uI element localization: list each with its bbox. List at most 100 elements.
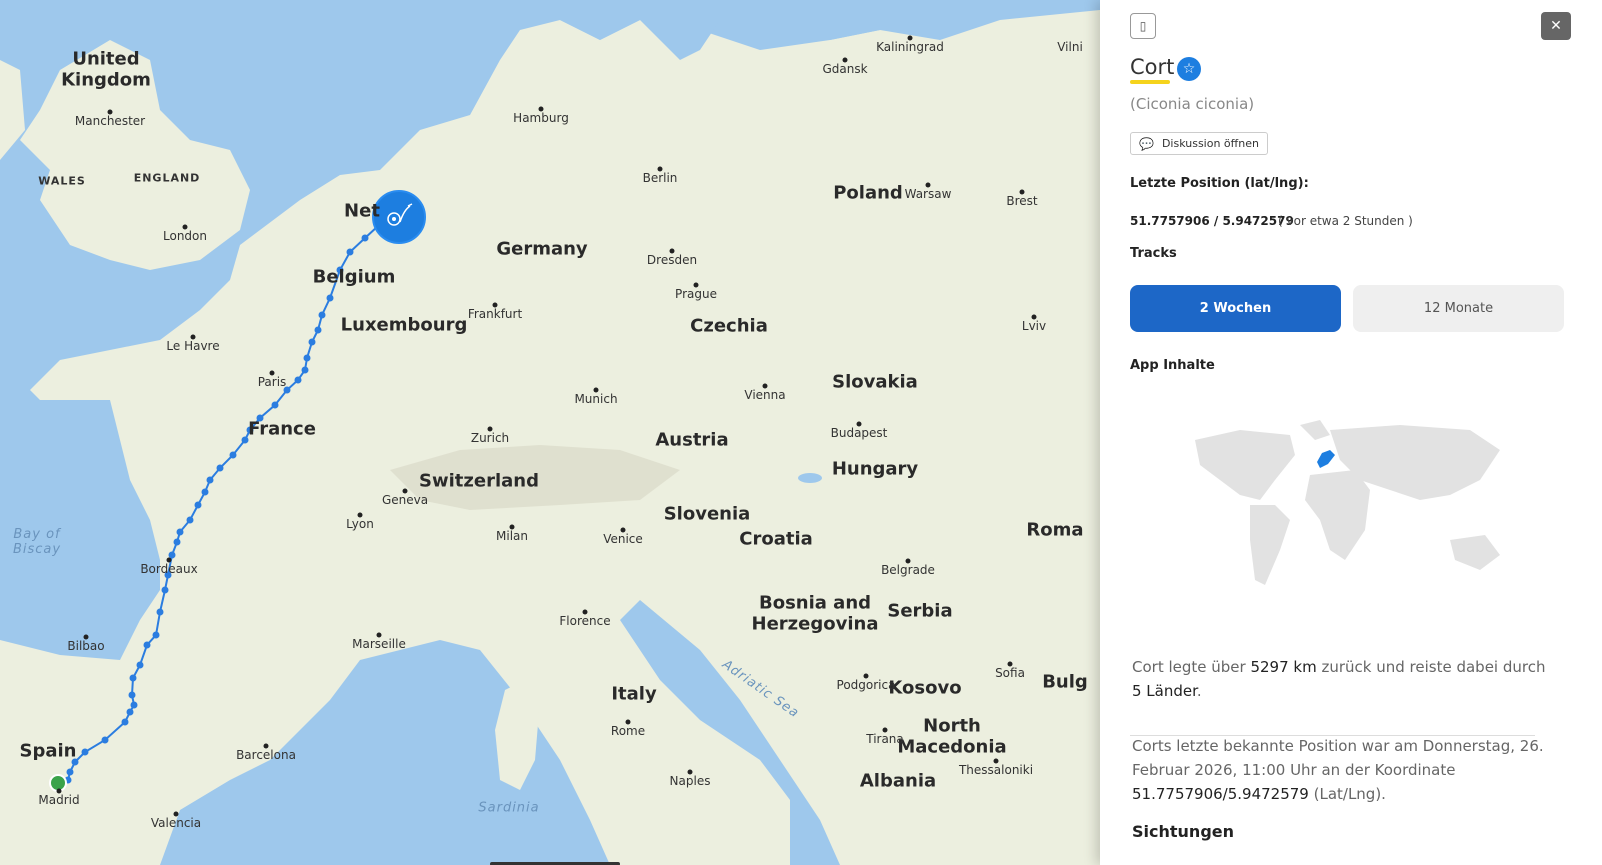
stork-icon [387, 203, 413, 226]
city-label-milan: Milan [496, 529, 528, 544]
country-label-kosovo: Kosovo [888, 677, 962, 699]
country-label-roma: Roma [1026, 519, 1084, 541]
city-label-sofia: Sofia [995, 666, 1025, 681]
city-label-madrid: Madrid [38, 793, 80, 808]
city-dot-sofia [1007, 661, 1013, 667]
track-point[interactable] [101, 736, 109, 744]
species-name: (Ciconia ciconia) [1130, 95, 1255, 113]
city-dot-valencia [173, 811, 179, 817]
country-label-slovakia: Slovakia [832, 371, 918, 393]
track-point[interactable] [308, 338, 316, 346]
city-label-valencia: Valencia [150, 816, 202, 831]
city-label-rome: Rome [610, 724, 646, 739]
track-point[interactable] [129, 674, 137, 682]
city-dot-kaliningrad [907, 35, 913, 41]
sightings-heading: Sichtungen [1132, 822, 1235, 841]
track-point[interactable] [201, 488, 209, 496]
track-point[interactable] [156, 608, 164, 616]
city-dot-munich [593, 387, 599, 393]
app-content-label: App Inhalte [1130, 358, 1215, 373]
city-label-paris: Paris [257, 375, 287, 390]
country-label-luxembourg: Luxembourg [340, 314, 468, 336]
city-label-frankfurt: Frankfurt [467, 307, 523, 322]
country-label-net: Net [344, 200, 380, 222]
country-label-croatia: Croatia [739, 528, 813, 550]
tracks-label: Tracks [1130, 246, 1177, 261]
city-label-thessaloniki: Thessaloniki [958, 763, 1034, 778]
open-discussion-button[interactable]: 💬 Diskussion öffnen [1130, 132, 1268, 155]
country-label-poland: Poland [833, 182, 903, 204]
city-dot-geneva [402, 488, 408, 494]
country-label-italy: Italy [611, 683, 657, 705]
city-dot-barcelona [263, 743, 269, 749]
track-point[interactable] [136, 661, 144, 669]
city-label-bilbao: Bilbao [67, 639, 105, 654]
summary-distance: Cort legte über 5297 km zurück und reist… [1132, 658, 1546, 700]
city-dot-lviv [1031, 314, 1037, 320]
city-label-bordeaux: Bordeaux [140, 562, 198, 577]
city-label-brest: Brest [1006, 194, 1038, 209]
track-point[interactable] [128, 691, 136, 699]
city-dot-milan [509, 524, 515, 530]
country-label-germany: Germany [496, 238, 588, 260]
city-dot-podgorica [863, 673, 869, 679]
track-point[interactable] [194, 501, 202, 509]
track-point[interactable] [126, 708, 134, 716]
city-dot-belgrade [905, 558, 911, 564]
city-dot-berlin [657, 166, 663, 172]
track-point[interactable] [303, 354, 311, 362]
track-point[interactable] [301, 366, 309, 374]
track-point[interactable] [66, 768, 74, 776]
current-position-marker[interactable] [372, 190, 426, 244]
track-point[interactable] [326, 294, 334, 302]
city-dot-lyon [357, 512, 363, 518]
region-label-wales: WALES [38, 174, 86, 188]
track-point[interactable] [173, 538, 181, 546]
country-label-switzerland: Switzerland [419, 470, 539, 492]
country-label-bulg: Bulg [1042, 671, 1088, 693]
track-2-weeks-button[interactable]: 2 Wochen [1130, 285, 1341, 332]
track-point[interactable] [161, 586, 169, 594]
track-point[interactable] [143, 641, 151, 649]
track-point[interactable] [318, 311, 326, 319]
track-point[interactable] [361, 234, 369, 242]
track-point[interactable] [271, 401, 279, 409]
country-label-austria: Austria [655, 429, 729, 451]
city-label-vienna: Vienna [744, 388, 786, 403]
track-point[interactable] [294, 376, 302, 384]
panel-icon: ▯ [1139, 19, 1147, 33]
city-dot-marseille [376, 632, 382, 638]
city-label-hamburg: Hamburg [513, 111, 569, 126]
sidebar-toggle-button[interactable]: ▯ [1130, 13, 1156, 39]
track-point[interactable] [314, 326, 322, 334]
close-icon: ✕ [1550, 18, 1562, 34]
track-point[interactable] [206, 476, 214, 484]
open-discussion-label: Diskussion öffnen [1161, 137, 1259, 150]
favorite-star-icon[interactable]: ☆ [1177, 57, 1201, 81]
city-label-kaliningrad: Kaliningrad [876, 40, 944, 55]
track-point[interactable] [121, 718, 129, 726]
world-minimap [1195, 420, 1500, 585]
track-point[interactable] [81, 748, 89, 756]
track-point[interactable] [216, 464, 224, 472]
city-label-munich: Munich [574, 392, 618, 407]
city-dot-paris [269, 370, 275, 376]
close-button[interactable]: ✕ [1541, 12, 1571, 40]
track-point[interactable] [229, 451, 237, 459]
city-dot-dresden [669, 248, 675, 254]
city-dot-hamburg [538, 106, 544, 112]
city-label-manchester: Manchester [74, 114, 146, 129]
last-position-ago: ( vor etwa 2 Stunden ) [1278, 214, 1413, 228]
track-point[interactable] [130, 701, 138, 709]
bird-name: Cort [1130, 55, 1175, 79]
city-dot-venice [620, 527, 626, 533]
track-point[interactable] [176, 528, 184, 536]
map-view[interactable]: United Kingdom Germany Poland France Belgium L… [0, 0, 1100, 865]
track-12-months-button[interactable]: 12 Monate [1353, 285, 1564, 332]
city-dot-le-havre [190, 334, 196, 340]
track-point[interactable] [346, 248, 354, 256]
track-point[interactable] [152, 631, 160, 639]
city-dot-gdansk [842, 57, 848, 63]
city-label-belgrade: Belgrade [881, 563, 935, 578]
track-point[interactable] [186, 516, 194, 524]
